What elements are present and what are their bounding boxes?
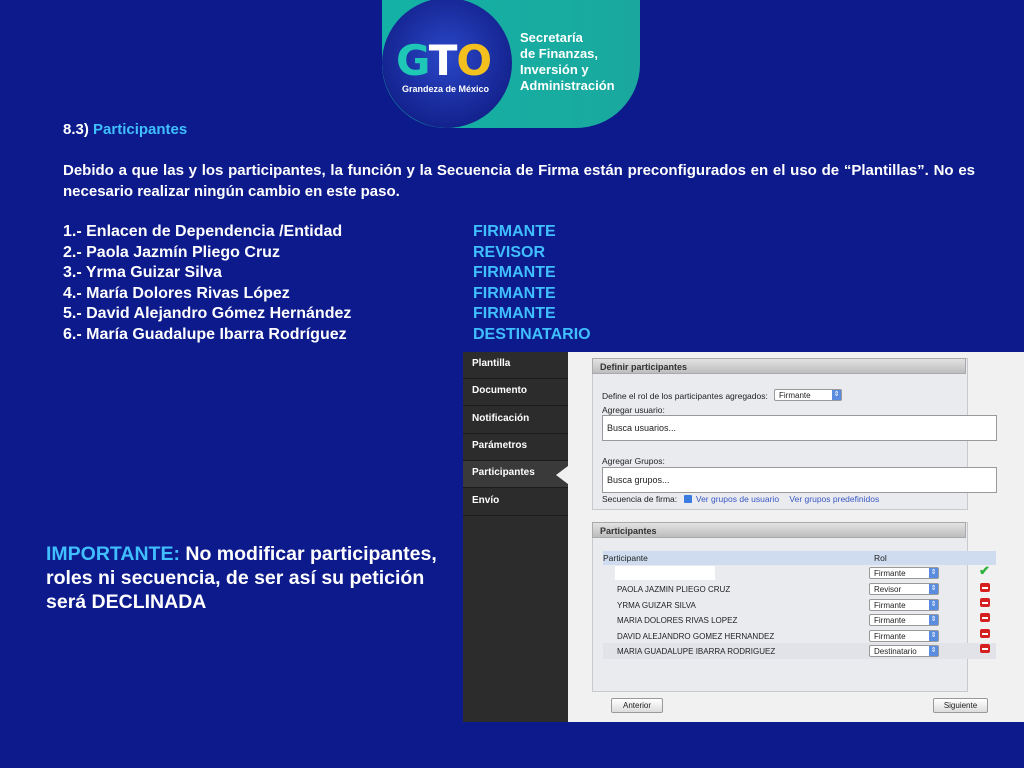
- sequence-checkbox[interactable]: [683, 495, 692, 503]
- add-user-input[interactable]: Busca usuarios...: [602, 415, 997, 441]
- add-group-label: Agregar Grupos:: [602, 456, 665, 466]
- section-heading: 8.3) Participantes: [63, 121, 187, 138]
- chevron-down-icon: ⇕: [929, 615, 938, 625]
- participant-names: 1.- Enlacen de Dependencia /Entidad 2.- …: [63, 222, 351, 345]
- list-item: 3.- Yrma Guizar Silva: [63, 264, 222, 281]
- remove-participant-icon[interactable]: [980, 644, 990, 653]
- add-group-input[interactable]: Busca grupos...: [602, 467, 997, 493]
- section-title: Participantes: [93, 121, 188, 138]
- participant-name-field[interactable]: [615, 566, 715, 580]
- logo-organization: Secretaría de Finanzas, Inversión y Adminis…: [520, 30, 615, 93]
- role-item: REVISOR: [473, 243, 546, 261]
- role-item: FIRMANTE: [473, 264, 556, 281]
- instructions-paragraph: Debido a que las y los participantes, la…: [63, 162, 975, 200]
- important-key: IMPORTANTE:: [46, 543, 180, 565]
- chevron-down-icon: ⇕: [832, 390, 841, 400]
- sidebar-item-participantes[interactable]: Participantes: [463, 461, 568, 488]
- gto-logo: GTO Grandeza de México Secretaría de Fina…: [382, 0, 640, 128]
- chevron-down-icon: ⇕: [929, 584, 938, 594]
- role-item: FIRMANTE: [473, 223, 556, 240]
- add-user-label: Agregar usuario:: [602, 405, 665, 415]
- view-predefined-groups-link[interactable]: Ver grupos predefinidos: [789, 494, 879, 504]
- table-row: YRMA GUIZAR SILVA Firmante ⇕: [603, 597, 996, 613]
- role-select[interactable]: Firmante ⇕: [869, 567, 939, 579]
- list-item: 6.- María Guadalupe Ibarra Rodríguez: [63, 325, 347, 343]
- role-item: FIRMANTE: [473, 284, 556, 302]
- chevron-down-icon: ⇕: [929, 600, 938, 610]
- table-row: MARIA GUADALUPE IBARRA RODRIGUEZ Destina…: [603, 643, 996, 659]
- sidebar-item-envio[interactable]: Envío: [463, 489, 568, 516]
- sequence-label: Secuencia de firma:: [602, 494, 678, 504]
- chevron-down-icon: ⇕: [929, 568, 938, 578]
- role-label: Define el rol de los participantes agreg…: [602, 391, 768, 401]
- section-number: 8.3): [63, 121, 89, 138]
- role-select[interactable]: Destinatario ⇕: [869, 645, 939, 657]
- logo-tagline: Grandeza de México: [402, 84, 490, 94]
- participant-roles: FIRMANTE REVISOR FIRMANTE FIRMANTE FIRMA…: [473, 222, 591, 345]
- col-participant: Participante: [603, 553, 648, 563]
- next-button[interactable]: Siguiente: [933, 698, 988, 713]
- remove-participant-icon[interactable]: [980, 583, 990, 592]
- list-item: 4.- María Dolores Rivas López: [63, 284, 290, 302]
- confirm-check-icon[interactable]: ✔: [979, 563, 990, 579]
- list-item: 5.- David Alejandro Gómez Hernández: [63, 305, 352, 322]
- role-select[interactable]: Revisor ⇕: [869, 583, 939, 595]
- role-select[interactable]: Firmante ⇕: [774, 389, 842, 401]
- sequence-row: Secuencia de firma: Ver grupos de usuari…: [602, 494, 879, 504]
- sidebar-item-documento[interactable]: Documento: [463, 379, 568, 406]
- sidebar-item-notificacion[interactable]: Notificación: [463, 407, 568, 434]
- logo-gto-letters: GTO: [396, 36, 492, 85]
- active-step-pointer: [556, 466, 568, 484]
- table-row: MARIA DOLORES RIVAS LOPEZ Firmante ⇕: [603, 612, 996, 628]
- chevron-down-icon: ⇕: [929, 631, 938, 641]
- previous-button[interactable]: Anterior: [611, 698, 663, 713]
- participant-name: PAOLA JAZMIN PLIEGO CRUZ: [617, 585, 731, 594]
- table-row: DAVID ALEJANDRO GOMEZ HERNANDEZ Firmante…: [603, 628, 996, 644]
- chevron-down-icon: ⇕: [929, 646, 938, 656]
- sidebar-item-parametros[interactable]: Parámetros: [463, 434, 568, 461]
- role-select[interactable]: Firmante ⇕: [869, 614, 939, 626]
- role-select[interactable]: Firmante ⇕: [869, 630, 939, 642]
- role-select[interactable]: Firmante ⇕: [869, 599, 939, 611]
- remove-participant-icon[interactable]: [980, 598, 990, 607]
- col-role: Rol: [874, 553, 887, 563]
- important-notice: IMPORTANTE: No modificar participantes, …: [46, 542, 446, 614]
- remove-participant-icon[interactable]: [980, 629, 990, 638]
- view-user-groups-link[interactable]: Ver grupos de usuario: [696, 494, 779, 504]
- participants-panel-title: Participantes: [592, 522, 966, 538]
- define-panel-title: Definir participantes: [592, 358, 966, 374]
- wizard-sidebar: Plantilla Documento Notificación Parámet…: [463, 352, 568, 722]
- role-item: DESTINATARIO: [473, 325, 591, 343]
- participant-name: MARIA GUADALUPE IBARRA RODRIGUEZ: [617, 647, 776, 656]
- participants-table-header: Participante Rol: [603, 551, 996, 565]
- participant-name: DAVID ALEJANDRO GOMEZ HERNANDEZ: [617, 632, 775, 641]
- remove-participant-icon[interactable]: [980, 613, 990, 622]
- table-row: Firmante ⇕ ✔: [603, 563, 996, 582]
- role-item: FIRMANTE: [473, 305, 556, 322]
- participant-name: YRMA GUIZAR SILVA: [617, 601, 696, 610]
- sidebar-item-plantilla[interactable]: Plantilla: [463, 352, 568, 379]
- table-row: PAOLA JAZMIN PLIEGO CRUZ Revisor ⇕: [603, 581, 996, 597]
- list-item: 2.- Paola Jazmín Pliego Cruz: [63, 243, 280, 261]
- app-screenshot: Plantilla Documento Notificación Parámet…: [463, 352, 1024, 722]
- list-item: 1.- Enlacen de Dependencia /Entidad: [63, 223, 343, 240]
- participant-name: MARIA DOLORES RIVAS LOPEZ: [617, 616, 738, 625]
